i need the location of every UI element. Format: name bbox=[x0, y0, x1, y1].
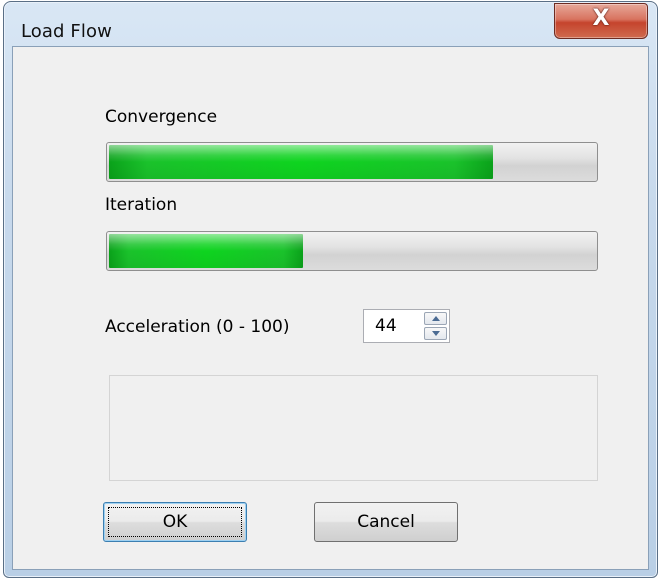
status-message-area bbox=[109, 375, 598, 481]
cancel-button-label: Cancel bbox=[357, 512, 415, 532]
close-icon: X bbox=[592, 6, 610, 31]
close-button[interactable]: X bbox=[554, 3, 648, 39]
focus-rectangle bbox=[108, 507, 242, 537]
acceleration-value[interactable]: 44 bbox=[375, 316, 397, 336]
convergence-progress-fill bbox=[109, 145, 493, 179]
convergence-label: Convergence bbox=[105, 107, 218, 127]
iteration-progress-bar bbox=[106, 231, 598, 271]
acceleration-spinbox[interactable]: 44 bbox=[363, 309, 450, 343]
acceleration-label: Acceleration (0 - 100) bbox=[105, 317, 290, 337]
chevron-down-icon bbox=[432, 331, 440, 336]
spin-buttons bbox=[424, 312, 447, 340]
spin-up-button[interactable] bbox=[424, 312, 447, 325]
iteration-progress-fill bbox=[109, 234, 303, 268]
ok-button[interactable]: OK bbox=[103, 502, 247, 542]
cancel-button[interactable]: Cancel bbox=[314, 502, 458, 542]
load-flow-dialog: Load Flow X Convergence Iteration Accele… bbox=[3, 1, 658, 578]
dialog-client-area: Convergence Iteration Acceleration (0 - … bbox=[12, 46, 649, 570]
chevron-up-icon bbox=[432, 316, 440, 321]
spin-down-button[interactable] bbox=[424, 327, 447, 340]
title-bar[interactable]: Load Flow X bbox=[4, 2, 657, 46]
window-title: Load Flow bbox=[21, 21, 112, 42]
convergence-progress-bar bbox=[106, 142, 598, 182]
iteration-label: Iteration bbox=[105, 195, 178, 215]
